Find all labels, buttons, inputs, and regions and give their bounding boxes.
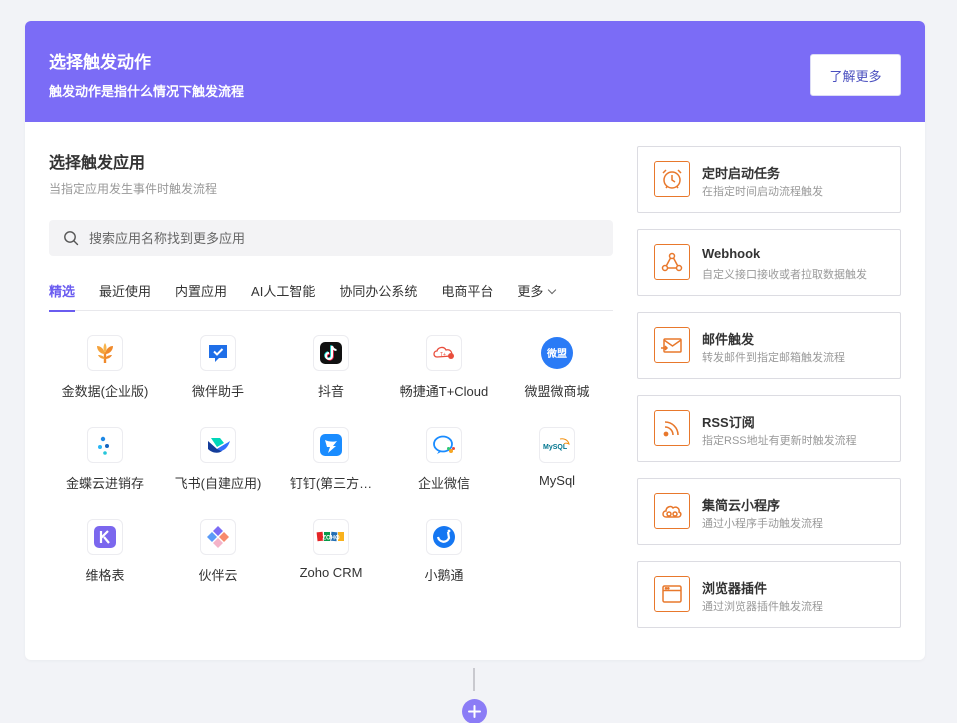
trigger-name: 定时启动任务: [702, 166, 781, 181]
trigger-browser-extension[interactable]: 浏览器插件 通过浏览器插件触发流程: [637, 561, 901, 628]
app-name: 抖音: [317, 384, 344, 399]
trigger-desc: 在指定时间启动流程触发: [702, 186, 823, 198]
weimeng-icon-label: 微盟: [546, 347, 567, 360]
tab-more[interactable]: 更多: [517, 282, 557, 311]
trigger-name: RSS订阅: [702, 415, 755, 430]
tab-office[interactable]: 协同办公系统: [339, 282, 417, 311]
weimeng-icon: 微盟: [539, 335, 575, 371]
trigger-name: 集简云小程序: [702, 498, 781, 513]
app-name: 小鹅通: [424, 568, 464, 583]
flow-connector-line: [473, 668, 475, 691]
chevron-down-icon: [548, 285, 557, 295]
zoho-icon: ZOHO: [313, 519, 349, 555]
add-step-button[interactable]: [462, 699, 487, 723]
learn-more-button[interactable]: 了解更多: [810, 54, 901, 96]
header-banner: 选择触发动作 触发动作是指什么情况下触发流程 了解更多: [25, 21, 925, 122]
app-item-vika[interactable]: 维格表: [49, 519, 161, 584]
app-name: 伙伴云: [198, 568, 238, 583]
trigger-name: Webhook: [702, 246, 761, 261]
app-name: Zoho CRM: [299, 565, 363, 580]
trigger-email[interactable]: 邮件触发 转发邮件到指定邮箱触发流程: [637, 312, 901, 379]
huoban-icon: [200, 519, 236, 555]
app-item-xiaoe[interactable]: 小鹅通: [388, 519, 500, 584]
trigger-desc: 自定义接口接收或者拉取数据触发: [702, 269, 867, 281]
browser-window-icon: [654, 576, 690, 612]
tab-builtin[interactable]: 内置应用: [175, 282, 227, 311]
apps-section-title: 选择触发应用: [49, 155, 146, 172]
webhook-icon: [654, 244, 690, 280]
app-item-chanjet[interactable]: T+ 畅捷通T+Cloud: [388, 335, 500, 400]
svg-text:T+: T+: [440, 352, 446, 358]
mysql-icon-label: MySQL: [543, 444, 568, 451]
app-item-douyin[interactable]: 抖音: [275, 335, 387, 400]
tab-featured[interactable]: 精选: [49, 282, 76, 312]
app-name: 金蝶云进销存: [65, 476, 144, 491]
search-icon: [64, 231, 79, 246]
weiban-icon: [200, 335, 236, 371]
page-title: 选择触发动作: [49, 53, 151, 72]
trigger-desc: 通过浏览器插件触发流程: [702, 601, 823, 613]
alarm-clock-icon: [654, 161, 690, 197]
app-name: 企业微信: [417, 476, 470, 491]
trigger-desc: 转发邮件到指定邮箱触发流程: [702, 352, 845, 364]
search-box[interactable]: [49, 220, 613, 256]
trigger-name: 邮件触发: [702, 332, 755, 347]
zoho-icon-label: ZOHO: [322, 536, 340, 542]
chanjet-icon: T+: [426, 335, 462, 371]
app-name: 畅捷通T+Cloud: [399, 384, 489, 399]
trigger-webhook[interactable]: Webhook 自定义接口接收或者拉取数据触发: [637, 229, 901, 296]
app-item-kingdee[interactable]: 金蝶云进销存: [49, 427, 161, 492]
trigger-rss[interactable]: RSS订阅 指定RSS地址有更新时触发流程: [637, 395, 901, 462]
mail-icon: [654, 327, 690, 363]
app-item-wecom[interactable]: 企业微信: [388, 427, 500, 492]
tab-label: 协同办公系统: [339, 284, 418, 299]
app-item-weiban[interactable]: 微伴助手: [162, 335, 274, 400]
app-name: MySql: [538, 473, 576, 488]
tab-label: 最近使用: [99, 284, 152, 299]
trigger-name: 浏览器插件: [702, 581, 768, 596]
xiaoe-icon: [426, 519, 462, 555]
trigger-miniprogram[interactable]: 集简云小程序 通过小程序手动触发流程: [637, 478, 901, 545]
trigger-desc: 指定RSS地址有更新时触发流程: [702, 435, 857, 447]
tab-label: 电商平台: [441, 284, 494, 299]
tab-ecommerce[interactable]: 电商平台: [441, 282, 493, 311]
trigger-scheduled[interactable]: 定时启动任务 在指定时间启动流程触发: [637, 146, 901, 213]
plus-icon: [468, 705, 481, 718]
app-name: 维格表: [85, 568, 125, 583]
app-name: 钉钉(第三方…: [289, 476, 373, 491]
category-tabs: 精选 最近使用 内置应用 AI人工智能 协同办公系统 电商平台 更多: [49, 282, 613, 312]
app-item-dingtalk[interactable]: 钉钉(第三方…: [275, 427, 387, 492]
app-item-weimeng[interactable]: 微盟 微盟微商城: [501, 335, 613, 400]
jinshuju-icon: [87, 335, 123, 371]
tab-ai[interactable]: AI人工智能: [251, 282, 315, 311]
app-item-zoho[interactable]: ZOHO Zoho CRM: [275, 519, 387, 580]
apps-section-subtitle: 当指定应用发生事件时触发流程: [49, 182, 218, 196]
tab-label: 内置应用: [175, 284, 228, 299]
app-item-huoban[interactable]: 伙伴云: [162, 519, 274, 584]
app-item-jinshuju[interactable]: 金数据(企业版): [49, 335, 161, 400]
vika-icon: [87, 519, 123, 555]
app-name: 金数据(企业版): [61, 384, 149, 399]
tab-label: AI人工智能: [251, 284, 316, 299]
kingdee-icon: [87, 427, 123, 463]
app-name: 飞书(自建应用): [174, 476, 262, 491]
trigger-desc: 通过小程序手动触发流程: [702, 518, 823, 530]
feishu-icon: [200, 427, 236, 463]
page-subtitle: 触发动作是指什么情况下触发流程: [49, 84, 245, 99]
tab-label: 精选: [49, 284, 76, 299]
app-item-feishu[interactable]: 飞书(自建应用): [162, 427, 274, 492]
cloud-icon: [654, 493, 690, 529]
rss-icon: [654, 410, 690, 446]
tab-label: 更多: [517, 284, 544, 299]
search-input[interactable]: [89, 230, 589, 246]
douyin-icon: [313, 335, 349, 371]
tab-recent[interactable]: 最近使用: [99, 282, 151, 311]
wecom-icon: [426, 427, 462, 463]
dingtalk-icon: [313, 427, 349, 463]
app-item-mysql[interactable]: MySQL MySql: [501, 427, 613, 488]
app-name: 微伴助手: [191, 384, 244, 399]
trigger-selection-card: 选择触发动作 触发动作是指什么情况下触发流程 了解更多 选择触发应用 当指定应用…: [25, 21, 925, 660]
mysql-icon: MySQL: [539, 427, 575, 463]
app-name: 微盟微商城: [524, 384, 590, 399]
